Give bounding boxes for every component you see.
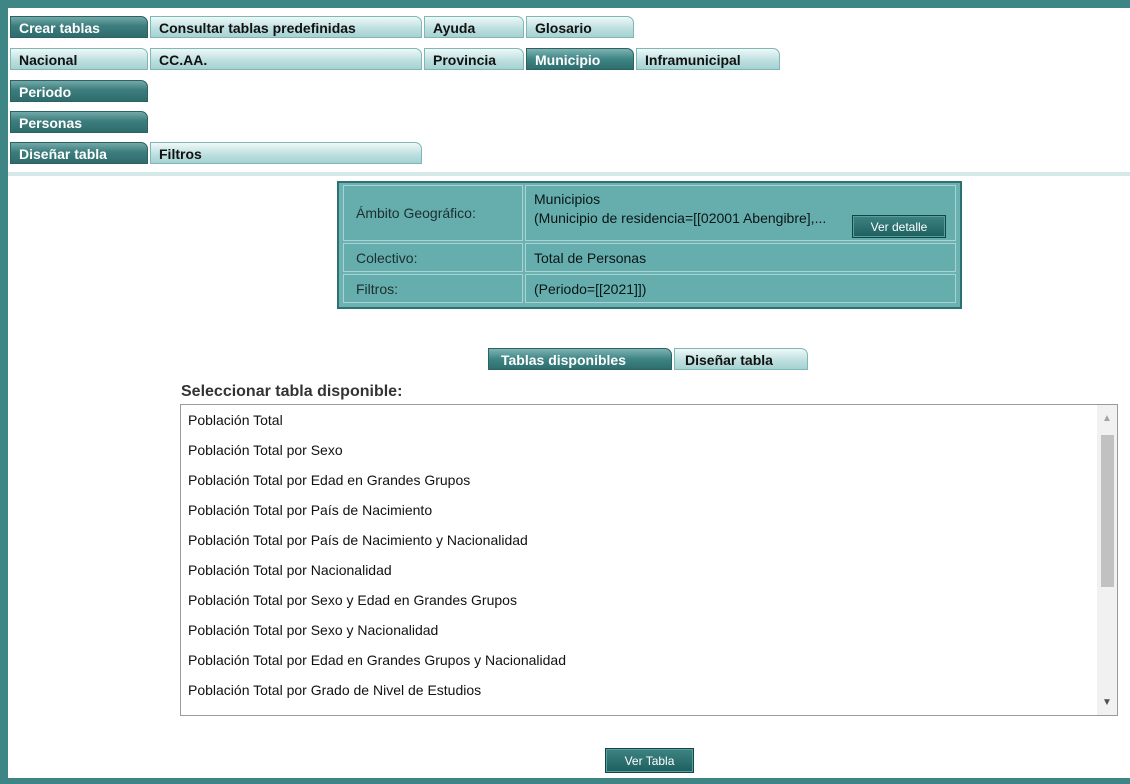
scroll-up-arrow-icon[interactable]: ▲ [1097, 409, 1117, 427]
frame-left-border [0, 0, 8, 784]
frame-bottom-border [0, 778, 1130, 784]
tab-crear-tablas[interactable]: Crear tablas [10, 16, 148, 38]
tab-inframunicipal[interactable]: Inframunicipal [636, 48, 780, 70]
tab-consultar-tablas-predefinidas[interactable]: Consultar tablas predefinidas [150, 16, 422, 38]
list-item[interactable]: Población Total por Nacionalidad [181, 555, 1097, 585]
list-item[interactable]: Población Total por Sexo y Edad en Grand… [181, 585, 1097, 615]
ambito-text: Municipios (Municipio de residencia=[[02… [534, 190, 834, 228]
list-item[interactable]: Población Total por Sexo y Nacionalidad [181, 615, 1097, 645]
colectivo-label: Colectivo: [343, 243, 523, 272]
list-item[interactable]: Población Total [181, 405, 1097, 435]
tab-disenar-tabla[interactable]: Diseñar tabla [10, 142, 148, 164]
ver-detalle-button[interactable]: Ver detalle [852, 215, 946, 238]
list-item[interactable]: Población Total por País de Nacimiento [181, 495, 1097, 525]
list-item[interactable]: Población Total por País de Nacimiento y… [181, 525, 1097, 555]
ambito-value-cell: Municipios (Municipio de residencia=[[02… [525, 185, 956, 241]
tab-separator [8, 172, 1130, 176]
tab-periodo[interactable]: Periodo [10, 80, 148, 102]
ambito-label: Ámbito Geográfico: [343, 185, 523, 241]
subtab-disenar-tabla[interactable]: Diseñar tabla [674, 348, 808, 370]
scroll-thumb[interactable] [1101, 435, 1114, 587]
tab-municipio[interactable]: Municipio [526, 48, 634, 70]
select-table-heading: Seleccionar tabla disponible: [181, 383, 403, 400]
list-item[interactable]: Población Total por Grado de Nivel de Es… [181, 675, 1097, 705]
ambito-detail: (Municipio de residencia=[[02001 Abengib… [534, 210, 827, 226]
ambito-value: Municipios [534, 191, 601, 207]
subtab-tablas-disponibles[interactable]: Tablas disponibles [488, 348, 672, 370]
colectivo-value: Total de Personas [525, 243, 956, 272]
tab-provincia[interactable]: Provincia [424, 48, 524, 70]
summary-row-ambito: Ámbito Geográfico: Municipios (Municipio… [343, 185, 956, 241]
tab-filtros[interactable]: Filtros [150, 142, 422, 164]
scroll-down-arrow-icon[interactable]: ▼ [1097, 693, 1117, 711]
available-tables-list[interactable]: Población Total Población Total por Sexo… [180, 404, 1118, 716]
list-items: Población Total Población Total por Sexo… [181, 405, 1097, 715]
list-item[interactable]: Población Total por Edad en Grandes Grup… [181, 645, 1097, 675]
tab-ccaa[interactable]: CC.AA. [150, 48, 422, 70]
tab-personas[interactable]: Personas [10, 111, 148, 133]
filtros-value: (Periodo=[[2021]]) [525, 274, 956, 303]
filtros-label: Filtros: [343, 274, 523, 303]
list-item[interactable]: Población Total por Grado de Nivel de Es… [181, 705, 1097, 715]
ver-tabla-button[interactable]: Ver Tabla [605, 748, 694, 773]
tab-ayuda[interactable]: Ayuda [424, 16, 524, 38]
tab-nacional[interactable]: Nacional [10, 48, 148, 70]
list-item[interactable]: Población Total por Sexo [181, 435, 1097, 465]
summary-row-colectivo: Colectivo: Total de Personas [343, 243, 956, 272]
list-scrollbar[interactable]: ▲ ▼ [1097, 405, 1117, 715]
frame-top-border [0, 0, 1130, 8]
selection-summary: Ámbito Geográfico: Municipios (Municipio… [337, 181, 962, 309]
list-item[interactable]: Población Total por Edad en Grandes Grup… [181, 465, 1097, 495]
tab-glosario[interactable]: Glosario [526, 16, 634, 38]
summary-row-filtros: Filtros: (Periodo=[[2021]]) [343, 274, 956, 303]
